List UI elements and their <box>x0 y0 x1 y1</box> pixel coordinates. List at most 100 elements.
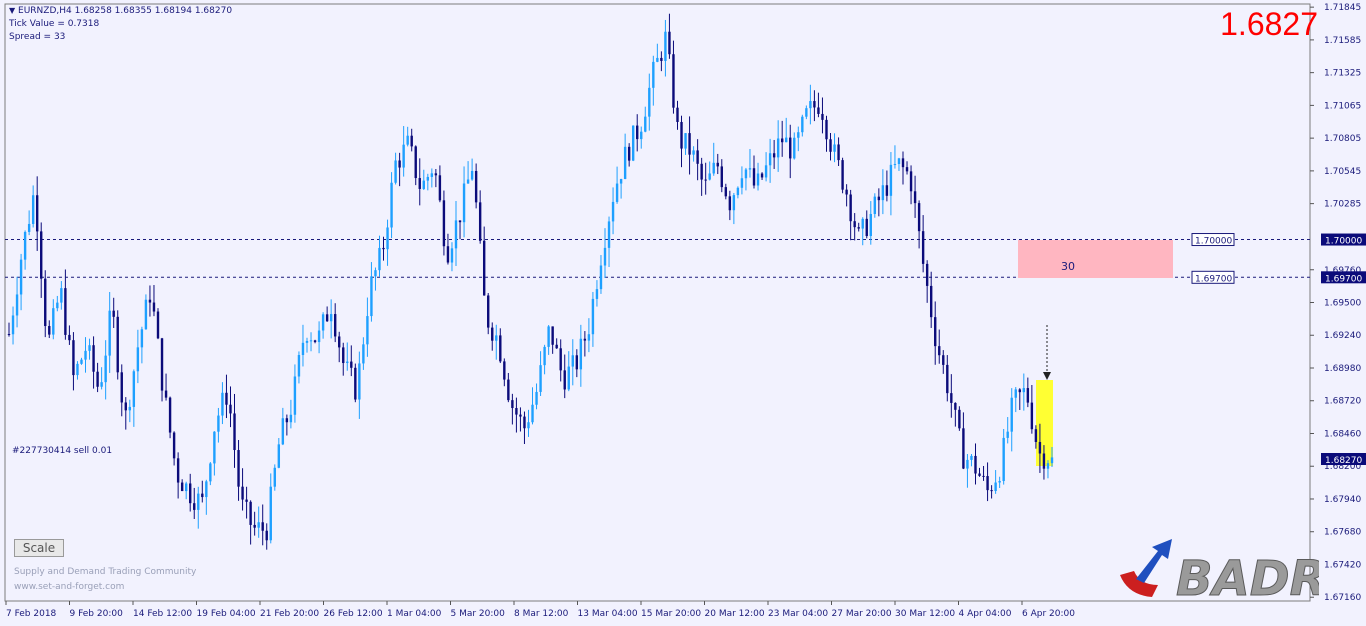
candle-body <box>148 299 152 303</box>
candle-body <box>849 194 852 222</box>
supply-zone-rect[interactable] <box>1018 240 1173 278</box>
candle-body <box>7 333 11 335</box>
x-tick-label: 15 Mar 20:00 <box>641 609 701 619</box>
candle-body <box>861 218 864 229</box>
candle-body <box>547 326 550 347</box>
y-tick-label: 1.70285 <box>1324 200 1361 210</box>
supply-zone[interactable]: 30 <box>1018 240 1173 278</box>
candle-body <box>648 87 651 117</box>
candle-body <box>503 361 506 380</box>
candle-body <box>728 196 732 211</box>
candle-body <box>921 231 925 264</box>
candle-body <box>571 355 574 367</box>
candle-body <box>998 481 1001 483</box>
candle-body <box>680 121 683 149</box>
candle-body <box>970 455 973 460</box>
candle-body <box>297 355 301 377</box>
candle-body <box>853 221 856 228</box>
x-tick-label: 19 Feb 04:00 <box>197 609 256 619</box>
plot-area[interactable] <box>4 3 1311 602</box>
candle-body <box>829 139 832 152</box>
candle-body <box>454 220 458 249</box>
candle-body <box>305 340 309 343</box>
candle-body <box>1038 441 1042 454</box>
y-tick-label: 1.71065 <box>1324 101 1361 111</box>
candle-body <box>688 133 691 155</box>
candle-body <box>499 335 502 362</box>
candle-body <box>462 183 466 223</box>
candle-body <box>434 173 438 176</box>
candle-body <box>418 178 421 189</box>
candle-body <box>402 144 405 168</box>
candle-body <box>474 170 478 203</box>
y-tick-label: 1.67680 <box>1324 528 1361 538</box>
y-tick-label: 1.68720 <box>1324 397 1361 407</box>
candle-body <box>1034 429 1038 442</box>
candle-body <box>615 183 619 202</box>
candle-body <box>213 431 216 464</box>
candle-body <box>696 150 699 164</box>
candle-body <box>342 347 345 364</box>
candle-body <box>631 125 635 161</box>
candle-body <box>990 490 993 492</box>
candle-body <box>221 392 224 416</box>
candle-body <box>281 418 285 445</box>
candle-body <box>193 503 196 510</box>
price-chart[interactable]: 1.71845 1.71585 1.71325 1.71065 1.70805 1.705… <box>0 0 1366 626</box>
candle-body <box>48 326 51 335</box>
candle-body <box>442 200 446 247</box>
candle-body <box>660 57 663 61</box>
candle-body <box>84 350 87 360</box>
chart-window: 1.71845 1.71585 1.71325 1.71065 1.70805 1.705… <box>0 0 1366 626</box>
candle-body <box>313 340 317 343</box>
candle-body <box>491 327 494 341</box>
candle-body <box>1050 457 1054 464</box>
candle-body <box>934 317 937 347</box>
candle-body <box>595 289 599 299</box>
candle-body <box>253 524 256 528</box>
candle-body <box>917 203 921 232</box>
candle-body <box>756 173 760 186</box>
candle-body <box>354 367 357 400</box>
candle-body <box>1010 397 1013 432</box>
candle-body <box>386 227 389 250</box>
candle-body <box>249 501 252 525</box>
x-tick-label: 9 Feb 20:00 <box>70 609 124 619</box>
candle-body <box>201 493 204 498</box>
scale-button[interactable]: Scale <box>14 539 64 557</box>
candle-body <box>978 473 981 476</box>
candle-body <box>269 486 272 541</box>
current-price-label: 1.68270 <box>1325 456 1362 466</box>
x-axis: 7 Feb 2018 9 Feb 20:00 14 Feb 12:00 19 Feb … <box>5 601 1075 619</box>
y-tick-label: 1.67940 <box>1324 495 1361 505</box>
level-axis-label: 1.70000 <box>1325 237 1362 247</box>
candle-body <box>551 326 554 345</box>
candle-body <box>857 227 860 229</box>
candle-body <box>873 196 877 214</box>
candle-body <box>333 314 337 337</box>
dropdown-triangle-icon[interactable]: ▼ <box>9 6 15 15</box>
candle-body <box>599 265 603 290</box>
candle-body <box>587 334 591 341</box>
candle-body <box>378 247 381 271</box>
candle-body <box>708 173 711 180</box>
candle-body <box>563 370 566 390</box>
candle-body <box>426 176 430 181</box>
candle-body <box>233 413 236 451</box>
candle-body <box>724 187 728 197</box>
candle-body <box>370 276 373 317</box>
candle-body <box>44 278 47 327</box>
candle-body <box>809 101 812 109</box>
candle-body <box>909 171 913 192</box>
candle-body <box>821 113 824 120</box>
candle-body <box>692 150 695 155</box>
candle-body <box>1026 388 1030 403</box>
candle-body <box>374 270 377 277</box>
candle-body <box>176 458 180 483</box>
candle-body <box>128 406 132 411</box>
candle-body <box>285 418 289 423</box>
x-tick-label: 7 Feb 2018 <box>6 609 57 619</box>
candle-body <box>885 185 889 196</box>
candle-body <box>640 131 643 140</box>
order-label[interactable]: #227730414 sell 0.01 <box>12 446 112 456</box>
